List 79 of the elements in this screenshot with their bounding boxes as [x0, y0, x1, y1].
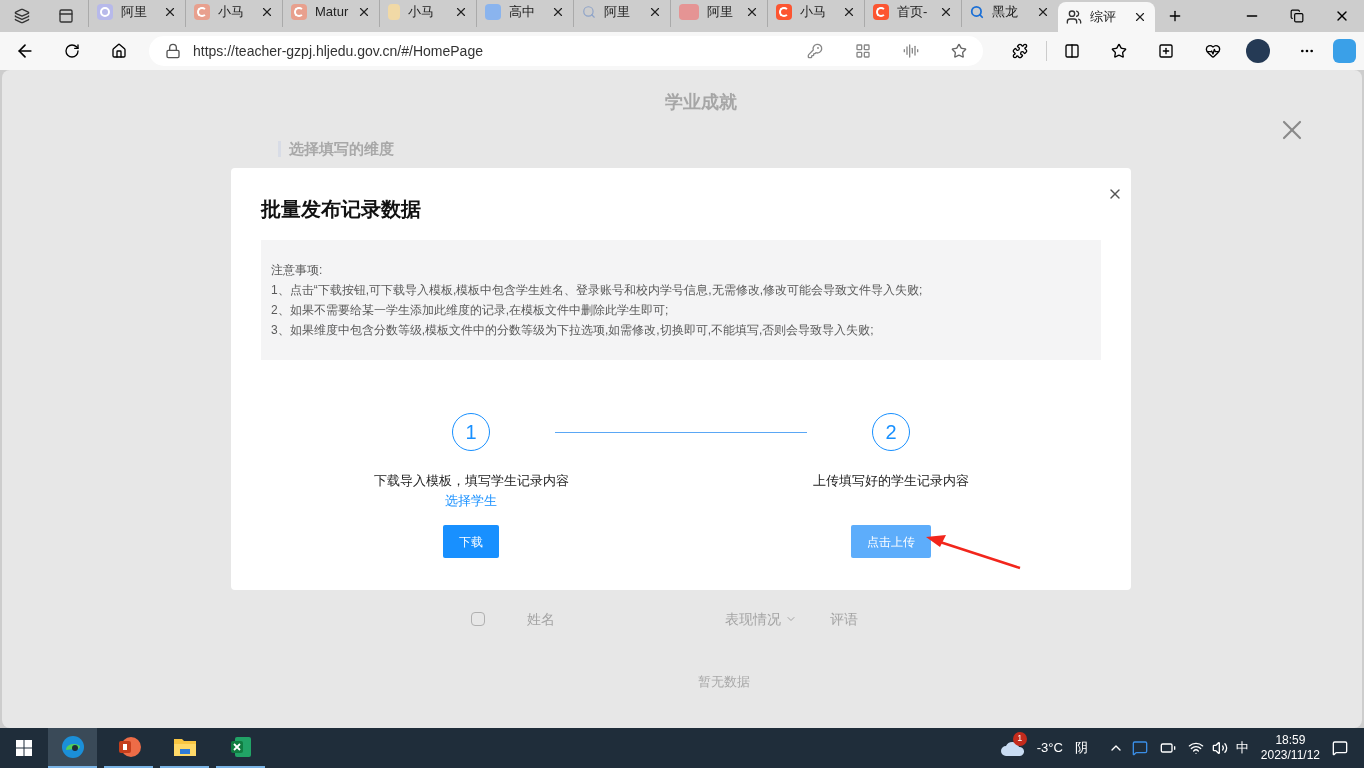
dialog-title: 批量发布记录数据 — [261, 197, 421, 222]
ring-logo-icon — [97, 4, 113, 20]
close-icon[interactable] — [260, 5, 274, 19]
browser-tab[interactable]: 小马 — [379, 0, 476, 27]
tab-title: 阿里 — [121, 3, 148, 22]
empty-text: 暂无数据 — [698, 673, 750, 692]
browser-tab[interactable]: 综评 — [1058, 2, 1155, 32]
spreadsheet-app-icon — [228, 735, 253, 759]
search-icon — [582, 5, 596, 19]
browser-tab[interactable]: 高中 — [476, 0, 573, 27]
close-icon[interactable] — [454, 5, 468, 19]
cloud-icon — [1000, 740, 1025, 756]
c-logo-icon — [776, 4, 792, 20]
c-logo-icon — [291, 4, 307, 20]
tab-title: 综评 — [1090, 8, 1117, 27]
clock-time: 18:59 — [1275, 733, 1306, 748]
tab-title: 阿里 — [604, 3, 631, 22]
tab-title: 小马 — [408, 3, 435, 22]
notice-text: 3、如果维度中包含分数等级,模板文件中的分数等级为下拉选项,如需修改,切换即可,不能填写,否则会导致导入失败; — [271, 322, 875, 339]
close-icon[interactable] — [163, 5, 177, 19]
chat-icon[interactable] — [1131, 740, 1148, 756]
close-icon[interactable] — [551, 5, 565, 19]
browser-tab[interactable]: 首页- — [864, 0, 961, 27]
step-text: 下载导入模板，填写学生记录内容 — [373, 472, 569, 490]
star-icon[interactable] — [950, 43, 967, 59]
bookmark-icon — [388, 4, 400, 20]
section-heading: 选择填写的维度 — [289, 138, 394, 159]
checkbox[interactable] — [471, 612, 485, 626]
clock-date: 2023/11/12 — [1260, 748, 1320, 763]
column-header: 评语 — [830, 609, 858, 629]
volume-icon[interactable] — [1211, 740, 1228, 756]
notice-text: 注意事项: — [271, 262, 324, 279]
people-icon — [1066, 9, 1082, 25]
search-icon — [970, 5, 984, 19]
temperature-text: -3°C — [1036, 739, 1063, 758]
notice-text: 2、如果不需要给某一学生添加此维度的记录,在模板文件中删除此学生即可; — [271, 302, 670, 319]
key-icon[interactable] — [806, 43, 823, 59]
browser-icon — [60, 735, 85, 759]
browser-tab[interactable]: Matur — [282, 0, 379, 27]
url-text: https://teacher-gzpj.hljedu.gov.cn/#/HomePage — [192, 41, 484, 61]
notification-icon[interactable] — [1332, 740, 1348, 756]
column-header: 姓名 — [527, 609, 556, 629]
tab-title: 高中 — [509, 3, 536, 22]
notification-badge: 1 — [1012, 732, 1027, 746]
close-icon[interactable] — [1133, 10, 1147, 24]
notice-text: 1、点击“下载按钮,可下载导入模板,模板中包含学生姓名、登录账号和校内学号信息,无需修改,修改可能会导致文件导入失败; — [271, 282, 924, 299]
close-icon[interactable] — [357, 5, 371, 19]
apps-icon[interactable] — [854, 43, 871, 59]
close-icon[interactable] — [939, 5, 953, 19]
column-header: 表现情况 — [725, 609, 781, 629]
presentation-app-icon — [116, 735, 141, 759]
close-icon[interactable] — [745, 5, 759, 19]
wifi-icon[interactable] — [1187, 740, 1204, 756]
ime-indicator[interactable]: 中 — [1235, 738, 1249, 758]
c-logo-icon — [194, 4, 210, 20]
browser-tab[interactable]: 小马 — [185, 0, 282, 27]
tab-title: 小马 — [218, 3, 245, 22]
avatar-icon[interactable] — [1246, 39, 1270, 63]
lock-icon — [164, 43, 181, 59]
c-logo-icon — [873, 4, 889, 20]
browser-tab[interactable]: 阿里 — [573, 0, 670, 27]
page-title: 学业成就 — [665, 90, 737, 114]
tab-title: Matur — [315, 3, 349, 22]
address-field[interactable]: https://teacher-gzpj.hljedu.gov.cn/#/HomePage — [148, 36, 983, 66]
close-icon[interactable] — [1036, 5, 1050, 19]
folder-icon — [172, 736, 197, 758]
weather-condition: 阴 — [1074, 739, 1088, 758]
close-icon[interactable] — [648, 5, 662, 19]
tab-title: 黑龙 — [992, 3, 1019, 22]
tab-title: 小马 — [800, 3, 827, 22]
tab-title: 阿里 — [707, 3, 734, 22]
step-text: 上传填写好的学生记录内容 — [813, 472, 969, 490]
browser-tab[interactable]: 阿里 — [88, 0, 185, 27]
close-icon[interactable] — [842, 5, 856, 19]
tab-title: 首页- — [897, 3, 929, 22]
browser-tab[interactable]: 阿里 — [670, 0, 767, 27]
browser-tab[interactable]: 小马 — [767, 0, 864, 27]
read-aloud-icon[interactable] — [902, 43, 919, 59]
battery-icon[interactable] — [1159, 740, 1176, 756]
